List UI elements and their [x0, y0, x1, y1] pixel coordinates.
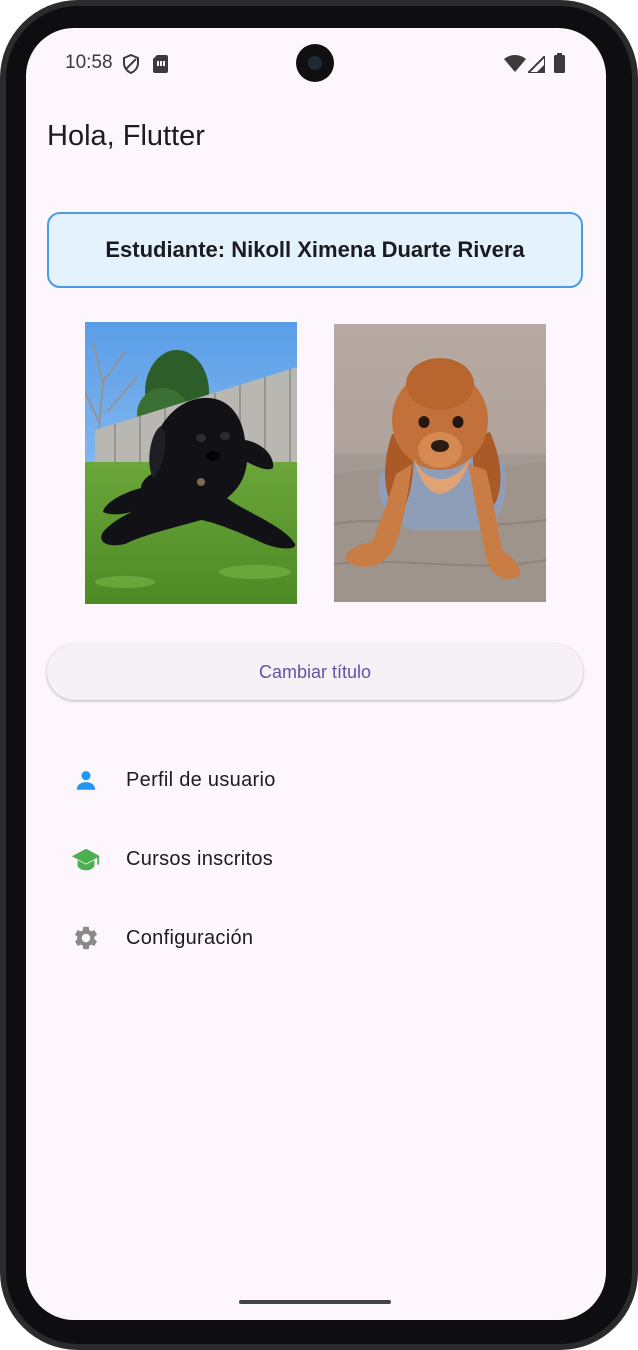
battery-icon [554, 53, 565, 78]
school-icon [71, 844, 101, 874]
app-bar-title: Hola, Flutter [47, 120, 205, 152]
app-screen: 10:58 Hola, Flutter Estudiante: Nikoll X… [26, 28, 606, 1320]
menu-item-label: Cursos inscritos [126, 847, 274, 870]
phone-frame: 10:58 Hola, Flutter Estudiante: Nikoll X… [0, 0, 638, 1350]
change-title-button[interactable]: Cambiar título [47, 644, 583, 700]
menu-item-label: Configuración [126, 926, 254, 949]
brown-cocker-spaniel-photo [334, 324, 546, 602]
sim-card-icon [153, 55, 168, 78]
black-cocker-spaniel-photo [85, 322, 297, 604]
menu-item-label: Perfil de usuario [126, 768, 276, 791]
student-name-text: Estudiante: Nikoll Ximena Duarte Rivera [105, 237, 525, 262]
signal-icon [525, 53, 546, 78]
power-button [633, 540, 638, 700]
status-time: 10:58 [65, 52, 113, 73]
wifi-icon [504, 55, 526, 77]
settings-icon [71, 923, 101, 953]
home-indicator[interactable] [239, 1300, 391, 1304]
person-icon [71, 765, 101, 795]
student-card: Estudiante: Nikoll Ximena Duarte Rivera [47, 212, 583, 288]
menu-item-profile[interactable]: Perfil de usuario [26, 750, 606, 810]
menu-item-courses[interactable]: Cursos inscritos [26, 829, 606, 889]
menu-item-settings[interactable]: Configuración [26, 908, 606, 968]
front-camera [296, 44, 334, 82]
shield-icon [122, 53, 140, 79]
volume-button [633, 360, 638, 440]
status-bar: 10:58 [26, 28, 606, 98]
